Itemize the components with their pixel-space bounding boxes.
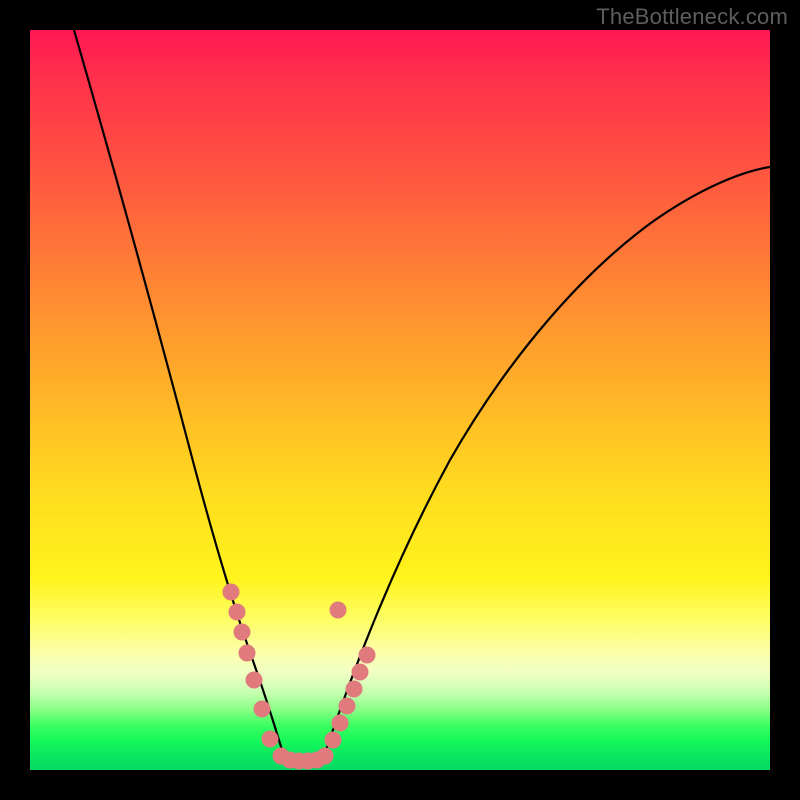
curve-left-branch: [74, 30, 282, 750]
dotted-overlay-right: [325, 647, 376, 749]
watermark-label: TheBottleneck.com: [596, 4, 788, 30]
dotted-overlay-left: [223, 584, 279, 748]
plot-area: [30, 30, 770, 770]
curve-right-branch: [326, 167, 770, 750]
dotted-overlay-floor: [273, 748, 334, 770]
curves-svg: [30, 30, 770, 770]
isolated-dot: [330, 602, 347, 619]
chart-stage: TheBottleneck.com: [0, 0, 800, 800]
